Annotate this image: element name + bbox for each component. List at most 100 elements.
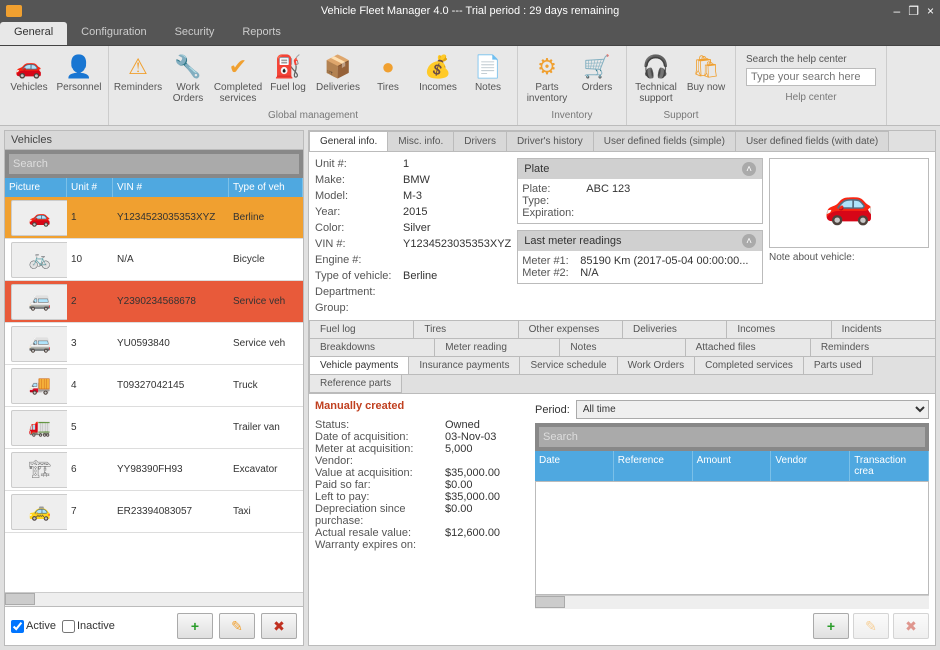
detail-row: Vendor: xyxy=(315,455,525,467)
minimize-button[interactable]: – xyxy=(894,4,901,18)
ribbon-completed-services[interactable]: ✔Completed services xyxy=(213,52,263,106)
subtab-attached-files[interactable]: Attached files xyxy=(685,338,811,357)
ribbon-incomes[interactable]: 💰Incomes xyxy=(413,52,463,95)
plate-card: Plate˄ Plate:ABC 123Type:Expiration: xyxy=(517,158,763,224)
col-amount[interactable]: Amount xyxy=(693,451,772,481)
col-vin[interactable]: VIN # xyxy=(113,178,229,197)
plate-collapse-icon[interactable]: ˄ xyxy=(742,162,756,176)
tab-misc-info-[interactable]: Misc. info. xyxy=(387,131,454,151)
subtab-deliveries[interactable]: Deliveries xyxy=(622,320,727,339)
payments-table-body[interactable] xyxy=(535,481,929,595)
manually-created-label: Manually created xyxy=(315,400,525,412)
ribbon-reminders[interactable]: ⚠Reminders xyxy=(113,52,163,95)
payments-search-input[interactable] xyxy=(539,427,925,447)
vehicle-thumb-icon: 🏗 xyxy=(11,452,67,488)
vehicle-image: 🚗 xyxy=(769,158,929,248)
ribbon-technical-support[interactable]: 🎧Technical support xyxy=(631,52,681,106)
detail-row: Left to pay:$35,000.00 xyxy=(315,491,525,503)
col-unit[interactable]: Unit # xyxy=(67,178,113,197)
buy-now-icon: 🛍 xyxy=(692,54,720,80)
menu-reports[interactable]: Reports xyxy=(228,22,295,45)
subtab-meter-reading[interactable]: Meter reading xyxy=(434,338,560,357)
vehicles-panel-header: Vehicles xyxy=(5,131,303,150)
help-search-label: Search the help center xyxy=(746,54,876,65)
vehicles-icon: 🚗 xyxy=(15,54,42,80)
col-date[interactable]: Date xyxy=(535,451,614,481)
table-row[interactable]: 🚗1Y1234523035353XYZBerline xyxy=(5,197,303,239)
table-row[interactable]: 🚛5Trailer van xyxy=(5,407,303,449)
menubar: General Configuration Security Reports xyxy=(0,22,940,46)
ribbon-notes[interactable]: 📄Notes xyxy=(463,52,513,95)
add-vehicle-button[interactable]: + xyxy=(177,613,213,639)
menu-configuration[interactable]: Configuration xyxy=(67,22,160,45)
ribbon-work-orders[interactable]: 🔧Work Orders xyxy=(163,52,213,106)
ribbon-parts-inventory[interactable]: ⚙Parts inventory xyxy=(522,52,572,106)
col-type[interactable]: Type of veh xyxy=(229,178,303,197)
ribbon-vehicles[interactable]: 🚗Vehicles xyxy=(4,52,54,95)
table-row[interactable]: 🚲10N/ABicycle xyxy=(5,239,303,281)
subtab-service-schedule[interactable]: Service schedule xyxy=(519,356,617,375)
app-logo-icon xyxy=(6,5,22,17)
table-row[interactable]: 🚕7ER23394083057Taxi xyxy=(5,491,303,533)
vehicle-thumb-icon: 🚛 xyxy=(11,410,67,446)
subtab-breakdowns[interactable]: Breakdowns xyxy=(309,338,435,357)
tab-user-defined-fields-with-date-[interactable]: User defined fields (with date) xyxy=(735,131,889,151)
subtab-insurance-payments[interactable]: Insurance payments xyxy=(408,356,520,375)
subtab-other-expenses[interactable]: Other expenses xyxy=(518,320,623,339)
add-payment-button[interactable]: + xyxy=(813,613,849,639)
edit-vehicle-button[interactable]: ✎ xyxy=(219,613,255,639)
ribbon-group-label: Support xyxy=(631,110,731,123)
tab-general-info-[interactable]: General info. xyxy=(309,131,388,151)
col-picture[interactable]: Picture xyxy=(5,178,67,197)
delete-payment-button[interactable]: ✖ xyxy=(893,613,929,639)
col-reference[interactable]: Reference xyxy=(614,451,693,481)
meter-collapse-icon[interactable]: ˄ xyxy=(742,234,756,248)
subtab-parts-used[interactable]: Parts used xyxy=(803,356,873,375)
restore-button[interactable]: ❐ xyxy=(908,4,919,18)
subtab-fuel-log[interactable]: Fuel log xyxy=(309,320,414,339)
subtab-completed-services[interactable]: Completed services xyxy=(694,356,804,375)
inactive-checkbox[interactable]: Inactive xyxy=(62,620,115,633)
menu-general[interactable]: General xyxy=(0,22,67,45)
subtab-incidents[interactable]: Incidents xyxy=(831,320,936,339)
ribbon-deliveries[interactable]: 📦Deliveries xyxy=(313,52,363,95)
close-button[interactable]: × xyxy=(927,4,934,18)
subtab-vehicle-payments[interactable]: Vehicle payments xyxy=(309,356,409,375)
ribbon-buy-now[interactable]: 🛍Buy now xyxy=(681,52,731,95)
delete-vehicle-button[interactable]: ✖ xyxy=(261,613,297,639)
col-transaction-crea[interactable]: Transaction crea xyxy=(850,451,929,481)
ribbon-personnel[interactable]: 👤Personnel xyxy=(54,52,104,95)
edit-payment-button[interactable]: ✎ xyxy=(853,613,889,639)
ribbon-orders[interactable]: 🛒Orders xyxy=(572,52,622,95)
tab-drivers[interactable]: Drivers xyxy=(453,131,507,151)
subtab-tires[interactable]: Tires xyxy=(413,320,518,339)
info-row: Type of vehicle:Berline xyxy=(315,270,511,282)
subtab-notes[interactable]: Notes xyxy=(559,338,685,357)
table-row[interactable]: 🚚4T09327042145Truck xyxy=(5,365,303,407)
info-row: Group: xyxy=(315,302,511,314)
table-row[interactable]: 🏗6YY98390FH93Excavator xyxy=(5,449,303,491)
payments-hscroll[interactable] xyxy=(535,595,929,609)
subtab-reference-parts[interactable]: Reference parts xyxy=(309,374,402,393)
vehicles-search-input[interactable] xyxy=(9,154,299,174)
incomes-icon: 💰 xyxy=(424,54,451,80)
vehicles-table-body[interactable]: 🚗1Y1234523035353XYZBerline🚲10N/ABicycle🚐… xyxy=(5,197,303,592)
period-label: Period: xyxy=(535,404,570,416)
col-vendor[interactable]: Vendor xyxy=(771,451,850,481)
help-search-input[interactable] xyxy=(746,68,876,86)
info-row: Model:M-3 xyxy=(315,190,511,202)
active-checkbox[interactable]: Active xyxy=(11,620,56,633)
ribbon-fuel-log[interactable]: ⛽Fuel log xyxy=(263,52,313,95)
menu-security[interactable]: Security xyxy=(161,22,229,45)
subtab-work-orders[interactable]: Work Orders xyxy=(617,356,696,375)
tab-driver-s-history[interactable]: Driver's history xyxy=(506,131,594,151)
subtab-incomes[interactable]: Incomes xyxy=(726,320,831,339)
tab-user-defined-fields-simple-[interactable]: User defined fields (simple) xyxy=(593,131,736,151)
subtab-reminders[interactable]: Reminders xyxy=(810,338,936,357)
tires-icon: ● xyxy=(381,54,394,80)
vehicles-hscroll[interactable] xyxy=(5,592,303,606)
table-row[interactable]: 🚐2Y2390234568678Service veh xyxy=(5,281,303,323)
table-row[interactable]: 🚐3YU0593840Service veh xyxy=(5,323,303,365)
ribbon-tires[interactable]: ●Tires xyxy=(363,52,413,95)
period-select[interactable]: All time xyxy=(576,400,929,419)
